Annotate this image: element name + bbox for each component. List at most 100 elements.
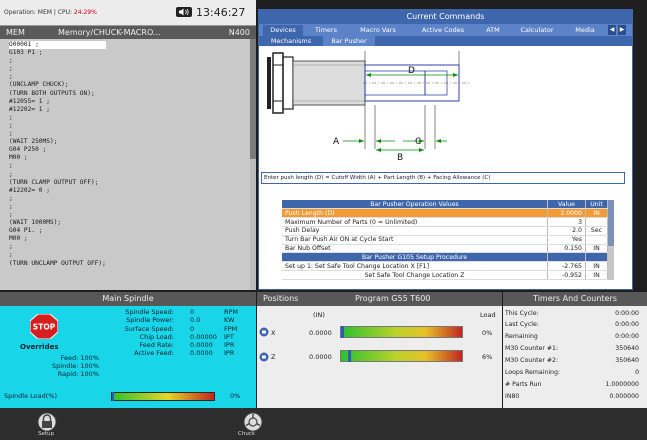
- table-scrollbar-thumb[interactable]: [608, 200, 614, 246]
- code-line[interactable]: O00001 ;: [9, 41, 106, 50]
- code-line[interactable]: ;: [9, 162, 106, 170]
- axis-x-value: 0.0000: [309, 329, 332, 337]
- table-cell-value[interactable]: 3: [547, 217, 586, 227]
- table-row[interactable]: Set Safe Tool Change Location Z -0.952 I…: [282, 270, 608, 280]
- timer-row[interactable]: M30 Counter #2: 350640: [505, 357, 639, 366]
- timer-label: # Parts Run: [505, 381, 542, 388]
- subtab-bar-pusher[interactable]: Bar Pusher: [323, 36, 375, 46]
- subtab-mechanisms[interactable]: Mechanisms: [263, 36, 319, 46]
- code-line[interactable]: G04 P250 ;: [9, 146, 106, 154]
- table-cell-label: Turn Bar Push Air ON at Cycle Start: [282, 235, 548, 245]
- tab-scroll-left-icon[interactable]: ◀: [608, 25, 616, 35]
- timer-label: M30 Counter #1:: [505, 345, 559, 352]
- program-editor[interactable]: O00001 ; G103 P1 ;;;; (UNCLAMP CHUCK); (TUR…: [0, 39, 256, 290]
- code-line[interactable]: ;: [9, 65, 106, 73]
- timer-row[interactable]: M30 Counter #1: 350640: [505, 345, 639, 354]
- code-line[interactable]: (TURN CLAMP OUTPUT OFF);: [9, 179, 106, 187]
- overrides-list: Feed: 100% Spindle: 100% Rapid: 100%: [6, 354, 99, 378]
- timer-row: This Cycle: 0:00:00: [505, 310, 639, 319]
- cpu-usage: 24.29%: [73, 9, 97, 16]
- program-code[interactable]: O00001 ; G103 P1 ;;;; (UNCLAMP CHUCK); (TUR…: [9, 41, 106, 268]
- table-row[interactable]: Set up 1: Set Safe Tool Change Location …: [282, 261, 608, 272]
- table-cell-value[interactable]: 2.0000: [547, 208, 586, 219]
- table-cell-value[interactable]: Yes: [547, 235, 586, 245]
- code-line[interactable]: ;: [9, 243, 106, 251]
- code-line[interactable]: (TURN BOTH OUTPUTS ON);: [9, 90, 106, 98]
- program-scrollbar[interactable]: [250, 39, 256, 290]
- diagram-label-c: C: [415, 137, 421, 147]
- timer-value[interactable]: 350640: [615, 357, 639, 364]
- table-scrollbar[interactable]: [608, 200, 614, 280]
- code-line[interactable]: (UNCLAMP CHUCK);: [9, 81, 106, 89]
- code-line[interactable]: ;: [9, 251, 106, 259]
- stat-unit: IPR: [224, 341, 235, 350]
- tab-media[interactable]: Media: [567, 25, 603, 36]
- operation-label: Operation: MEM | CPU:: [4, 9, 72, 16]
- stat-unit: IPR: [224, 349, 235, 358]
- tab-scroll-right-icon[interactable]: ▶: [618, 25, 626, 35]
- timer-value[interactable]: 350640: [615, 345, 639, 352]
- chuck-label[interactable]: Chuck: [238, 431, 255, 437]
- override-label: Feed:: [60, 354, 79, 362]
- table-cell-unit: IN: [585, 270, 608, 280]
- code-line[interactable]: (TURN UNCLAMP OUTPUT OFF);: [9, 260, 106, 268]
- tab-macro-vars[interactable]: Macro Vars: [349, 25, 407, 36]
- code-line[interactable]: ;: [9, 73, 106, 81]
- code-line[interactable]: #12202= 0 ;: [9, 187, 106, 195]
- table-header-value: Value: [547, 200, 586, 210]
- code-line[interactable]: ;: [9, 211, 106, 219]
- axis-x-load-bar: [340, 326, 463, 338]
- tab-devices[interactable]: Devices: [263, 25, 303, 36]
- code-line[interactable]: ;: [9, 203, 106, 211]
- main-spindle-title: Main Spindle: [0, 292, 256, 306]
- code-line[interactable]: ;: [9, 130, 106, 138]
- table-header-row: Bar Pusher Operation Values Value Unit: [282, 200, 608, 210]
- code-line[interactable]: ;: [9, 122, 106, 130]
- table-cell-label: Maximum Number of Parts (0 = Unlimited): [282, 217, 548, 227]
- table-row[interactable]: Push Delay 2.0 Sec: [282, 226, 608, 236]
- bar-pusher-diagram: D A C B: [267, 51, 469, 163]
- timer-value: 0: [635, 369, 639, 376]
- table-cell-unit: IN: [585, 261, 608, 272]
- code-line[interactable]: #12055= 1 ;: [9, 98, 106, 106]
- code-line[interactable]: ;: [9, 195, 106, 203]
- code-line[interactable]: ;: [9, 171, 106, 179]
- code-line[interactable]: M00 ;: [9, 154, 106, 162]
- setup-label[interactable]: Setup: [38, 431, 54, 437]
- table-cell-label: Bar Nub Offset: [282, 244, 548, 254]
- speaker-icon[interactable]: [176, 7, 192, 17]
- code-line[interactable]: ;: [9, 114, 106, 122]
- timer-row: Remaining 0:00:00: [505, 333, 639, 342]
- table-row[interactable]: Turn Bar Push Air ON at Cycle Start Yes: [282, 235, 608, 245]
- axis-x-icon[interactable]: [259, 327, 269, 337]
- timer-row: Loops Remaining: 0: [505, 369, 639, 378]
- table-header-unit: Unit: [585, 200, 608, 210]
- program-scrollbar-thumb[interactable]: [250, 39, 256, 159]
- tab-active-codes[interactable]: Active Codes: [411, 25, 475, 36]
- tab-timers[interactable]: Timers: [307, 25, 345, 36]
- table-cell-value[interactable]: 0.150: [547, 244, 586, 254]
- code-line[interactable]: G103 P1 ;: [9, 49, 106, 57]
- table-row[interactable]: Maximum Number of Parts (0 = Unlimited) …: [282, 217, 608, 227]
- table-row[interactable]: Bar Nub Offset 0.150 IN: [282, 244, 608, 254]
- code-line[interactable]: #12202= 1 ;: [9, 106, 106, 114]
- code-line[interactable]: G04 P1. ;: [9, 227, 106, 235]
- stat-unit: IPT: [224, 332, 234, 341]
- table-cell-value[interactable]: 2.0: [547, 226, 586, 236]
- current-commands-title: Current Commands: [259, 10, 632, 24]
- code-line[interactable]: (WAIT 1000MS);: [9, 219, 106, 227]
- stop-icon[interactable]: STOP: [30, 314, 58, 339]
- stat-value: 0.0000: [190, 341, 213, 350]
- tab-atm[interactable]: ATM: [479, 25, 507, 36]
- code-line[interactable]: (WAIT 250MS);: [9, 138, 106, 146]
- table-cell-value[interactable]: -2.765: [547, 261, 586, 272]
- table-cell-value[interactable]: -0.952: [547, 270, 586, 280]
- bottom-dock: [0, 408, 647, 440]
- table-cell-unit: IN: [585, 208, 608, 219]
- bar-pusher-values-table: Bar Pusher Operation Values Value Unit P…: [282, 200, 608, 280]
- axis-z-icon[interactable]: [259, 352, 269, 362]
- tab-calculator[interactable]: Calculator: [511, 25, 563, 36]
- code-line[interactable]: ;: [9, 57, 106, 65]
- table-row-push-length[interactable]: Push Length (D) 2.0000 IN: [282, 208, 608, 219]
- code-line[interactable]: M00 ;: [9, 235, 106, 243]
